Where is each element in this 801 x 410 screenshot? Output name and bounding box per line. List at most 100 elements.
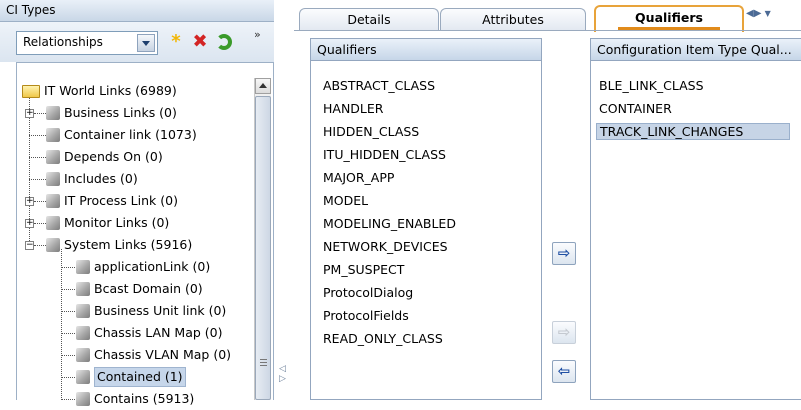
relationship-icon: [76, 392, 90, 406]
tree-item-label: Contains (5913): [94, 391, 195, 406]
tree-connector: [29, 179, 46, 180]
list-item[interactable]: HANDLER: [323, 101, 383, 116]
ci-types-panel: CI Types Relationships * ✖ » + + + − IT …: [0, 0, 274, 406]
ci-types-header: CI Types: [0, 0, 274, 22]
relationship-icon: [76, 260, 90, 274]
grip-icon: [260, 359, 267, 366]
tab-attributes[interactable]: Attributes: [440, 8, 586, 30]
tree-item-label: Chassis VLAN Map (0): [94, 347, 232, 362]
list-item[interactable]: NETWORK_DEVICES: [323, 239, 448, 254]
tree-item-label: applicationLink (0): [94, 259, 211, 274]
list-item[interactable]: MODEL: [323, 193, 368, 208]
tree-item-label: Business Links (0): [64, 105, 177, 120]
list-item[interactable]: MODELING_ENABLED: [323, 216, 456, 231]
tree-root-label: IT World Links (6989): [44, 83, 177, 98]
remove-qualifier-button[interactable]: ⇦: [552, 360, 576, 383]
expand-toggle[interactable]: +: [25, 219, 34, 228]
tab-details[interactable]: Details: [299, 8, 439, 30]
list-item[interactable]: ITU_HIDDEN_CLASS: [323, 147, 446, 162]
more-tools-button[interactable]: »: [254, 28, 261, 41]
relationship-icon: [76, 370, 90, 384]
tree-item-label: IT Process Link (0): [64, 193, 178, 208]
ci-types-toolbar: Relationships * ✖ »: [0, 22, 274, 62]
available-qualifiers-list: Qualifiers ABSTRACT_CLASS HANDLER HIDDEN…: [310, 38, 542, 400]
tree-connector: [61, 355, 75, 356]
tree-item-label: Chassis LAN Map (0): [94, 325, 223, 340]
list-item[interactable]: MAJOR_APP: [323, 170, 394, 185]
tab-scroll-right-icon[interactable]: ▶: [754, 8, 762, 19]
list-item[interactable]: PM_SUSPECT: [323, 262, 404, 277]
ci-type-selector-value: Relationships: [23, 35, 103, 49]
ci-type-qualifiers-header: Configuration Item Type Qual...: [591, 39, 801, 61]
relationship-icon: [46, 106, 60, 120]
tab-scroll-left-icon[interactable]: ◀: [746, 8, 754, 19]
list-header-label: Configuration Item Type Qual...: [597, 42, 792, 57]
list-item[interactable]: ProtocolFields: [323, 308, 409, 323]
asterisk-icon: *: [171, 31, 181, 52]
tab-label: Qualifiers: [635, 10, 703, 25]
tree-connector: [34, 113, 46, 114]
tree-item-label: Container link (1073): [64, 127, 197, 142]
tree-item-label: System Links (5916): [64, 237, 193, 252]
scroll-up-button[interactable]: [255, 78, 271, 94]
double-chevron-right-icon: »: [254, 28, 261, 41]
folder-icon: [22, 85, 40, 98]
tree-connector: [61, 311, 75, 312]
arrow-right-icon: ⇨: [557, 244, 571, 262]
tree-item-label: Bcast Domain (0): [94, 281, 203, 296]
delete-ci-type-button[interactable]: ✖: [190, 32, 210, 52]
list-item[interactable]: ProtocolDialog: [323, 285, 413, 300]
tree-connector: [61, 377, 75, 378]
qualifiers-tab-content: Qualifiers ABSTRACT_CLASS HANDLER HIDDEN…: [294, 31, 801, 400]
relationship-icon: [46, 238, 60, 252]
tree-connector: [34, 201, 46, 202]
list-item[interactable]: READ_ONLY_CLASS: [323, 331, 443, 346]
relationship-icon: [76, 326, 90, 340]
ci-type-details-panel: Details Attributes Qualifiers ◀▶ ▼ Quali…: [294, 0, 801, 400]
close-icon: ✖: [192, 31, 208, 52]
list-item[interactable]: ABSTRACT_CLASS: [323, 78, 435, 93]
scrollbar-thumb[interactable]: [255, 96, 271, 400]
refresh-icon: [216, 34, 232, 50]
tree-connector: [61, 267, 75, 268]
list-item[interactable]: BLE_LINK_CLASS: [599, 78, 704, 93]
tab-navigation[interactable]: ◀▶ ▼: [746, 8, 771, 19]
ci-type-tree: + + + − IT World Links (6989) Business L…: [0, 62, 274, 406]
tree-item-label: Includes (0): [64, 171, 138, 186]
relationship-icon: [46, 128, 60, 142]
ci-type-selector[interactable]: Relationships: [16, 31, 158, 55]
ci-type-qualifiers-list: Configuration Item Type Qual... BLE_LINK…: [590, 38, 801, 400]
chevron-down-icon[interactable]: [137, 34, 155, 52]
tab-menu-chevron-icon[interactable]: ▼: [765, 9, 771, 18]
tree-item-label: Business Unit link (0): [94, 303, 227, 318]
collapse-arrows-icon[interactable]: ◁ ▷: [279, 364, 286, 384]
tab-label: Attributes: [482, 12, 544, 27]
tree-connector: [29, 135, 46, 136]
tree-connector: [61, 289, 75, 290]
expand-toggle[interactable]: +: [25, 197, 34, 206]
list-item[interactable]: CONTAINER: [599, 101, 672, 116]
refresh-button[interactable]: [214, 32, 234, 52]
tree-connector: [61, 333, 75, 334]
arrow-right-disabled-icon: ⇨: [557, 323, 571, 341]
relationship-icon: [46, 216, 60, 230]
tree-item-label: Contained (1): [94, 367, 186, 387]
tree-connector: [34, 223, 46, 224]
list-header-label: Qualifiers: [317, 42, 377, 57]
relationship-icon: [76, 348, 90, 362]
arrow-left-icon: ⇦: [557, 362, 571, 380]
collapse-toggle[interactable]: −: [25, 241, 34, 250]
tab-qualifiers[interactable]: Qualifiers: [594, 5, 744, 32]
list-item[interactable]: HIDDEN_CLASS: [323, 124, 419, 139]
tree-scrollbar[interactable]: [254, 78, 271, 400]
ci-types-title: CI Types: [6, 3, 56, 17]
new-ci-type-button[interactable]: *: [166, 32, 186, 52]
expand-toggle[interactable]: +: [25, 109, 34, 118]
tree-item-label: Monitor Links (0): [64, 215, 170, 230]
tree-item-label: Depends On (0): [64, 149, 163, 164]
panel-splitter[interactable]: ◁ ▷: [274, 0, 294, 400]
add-all-qualifiers-button[interactable]: ⇨: [552, 321, 576, 344]
list-item-selected[interactable]: TRACK_LINK_CHANGES: [596, 123, 790, 140]
tree-connector: [29, 157, 46, 158]
add-qualifier-button[interactable]: ⇨: [552, 242, 576, 265]
